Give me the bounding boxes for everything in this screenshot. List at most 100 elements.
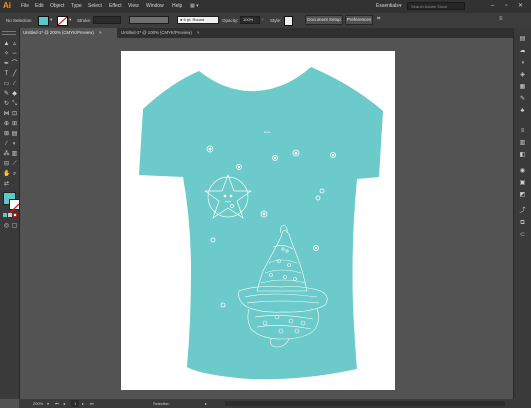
chevron-down-icon[interactable]: ▾ bbox=[50, 17, 52, 23]
libraries-panel-icon[interactable]: ☁ bbox=[518, 48, 527, 55]
symbol-sprayer-tool-icon[interactable]: ⁂ bbox=[3, 151, 10, 157]
menu-view[interactable]: View bbox=[128, 3, 139, 9]
perspective-grid-tool-icon[interactable]: ⊞ bbox=[11, 121, 18, 127]
stroke-color-box[interactable] bbox=[9, 199, 20, 214]
artboard-tool-icon[interactable]: ⊟ bbox=[3, 161, 10, 167]
shaper-tool-icon[interactable]: ✎ bbox=[3, 91, 10, 97]
stroke-weight-field[interactable] bbox=[93, 16, 121, 24]
type-tool-icon[interactable]: T bbox=[3, 71, 10, 77]
arrange-icon[interactable]: ⌗ bbox=[377, 16, 380, 23]
menu-effect[interactable]: Effect bbox=[109, 3, 122, 9]
curvature-tool-icon[interactable]: ⌒ bbox=[11, 61, 18, 67]
properties-panel-icon[interactable]: ▤ bbox=[518, 36, 527, 43]
panel-grip[interactable] bbox=[2, 31, 16, 35]
eyedropper-tool-icon[interactable]: ⁄ bbox=[3, 141, 10, 147]
gradient-tool-icon[interactable]: ▤ bbox=[11, 131, 18, 137]
layers-panel-icon[interactable]: ◩ bbox=[518, 192, 527, 199]
opacity-field[interactable]: 100% bbox=[240, 16, 260, 24]
menu-edit[interactable]: Edit bbox=[35, 3, 44, 9]
chevron-down-icon[interactable]: ▾ bbox=[399, 3, 402, 9]
free-transform-tool-icon[interactable]: ⊡ bbox=[11, 111, 18, 117]
blend-tool-icon[interactable]: ◐ bbox=[11, 141, 18, 147]
menu-bar: Ai File Edit Object Type Select Effect V… bbox=[0, 0, 531, 13]
graph-tool-icon[interactable]: ▥ bbox=[11, 151, 18, 157]
zoom-tool-icon[interactable]: ⌕ bbox=[11, 171, 18, 177]
close-tab-icon[interactable]: × bbox=[99, 30, 102, 35]
width-tool-icon[interactable]: ⋈ bbox=[3, 111, 10, 117]
menu-window[interactable]: Window bbox=[146, 3, 164, 9]
minimize-button[interactable]: – bbox=[488, 2, 497, 10]
eraser-tool-icon[interactable]: ◆ bbox=[11, 91, 18, 97]
paintbrush-tool-icon[interactable]: ∕ bbox=[11, 81, 18, 87]
export-panel-icon[interactable]: ⤴ bbox=[518, 208, 527, 215]
graphic-styles-panel-icon[interactable]: ▣ bbox=[518, 180, 527, 187]
brush-definition[interactable]: ● 5 pt. Round bbox=[177, 16, 219, 24]
menu-object[interactable]: Object bbox=[50, 3, 64, 9]
first-page-icon[interactable]: ⏮ bbox=[55, 399, 59, 408]
chevron-right-icon[interactable]: › bbox=[262, 17, 264, 22]
transparency-panel-icon[interactable]: ◧ bbox=[518, 152, 527, 159]
artboards-panel-icon[interactable]: ⧉ bbox=[518, 220, 527, 227]
magic-wand-tool-icon[interactable]: ✧ bbox=[3, 51, 10, 57]
last-page-icon[interactable]: ⏭ bbox=[90, 399, 94, 408]
close-tab-icon[interactable]: × bbox=[197, 30, 200, 35]
workspace-switcher[interactable]: Essentials bbox=[376, 3, 399, 9]
scale-tool-icon[interactable]: ⤡ bbox=[11, 101, 18, 107]
panel-menu-icon[interactable]: ≡ bbox=[499, 16, 503, 22]
swap-fill-stroke-icon[interactable]: ⇄ bbox=[3, 181, 10, 187]
links-panel-icon[interactable]: ⊂ bbox=[518, 232, 527, 239]
close-window-button[interactable]: ✕ bbox=[516, 2, 525, 10]
page-field[interactable]: 1 bbox=[71, 400, 80, 407]
appearance-panel-icon[interactable]: ◉ bbox=[518, 168, 527, 175]
swatches-panel-icon[interactable]: ▦ bbox=[518, 84, 527, 91]
tab-label: Untitled-1* @ 200% (CMYK/Preview) bbox=[23, 30, 94, 35]
horizontal-scrollbar[interactable] bbox=[225, 401, 505, 406]
menu-select[interactable]: Select bbox=[88, 3, 102, 9]
zoom-level[interactable]: 200% bbox=[33, 399, 43, 408]
prev-page-icon[interactable]: ◂ bbox=[63, 399, 65, 408]
gradient-panel-icon[interactable]: ▥ bbox=[518, 140, 527, 147]
menu-type[interactable]: Type bbox=[71, 3, 82, 9]
slice-tool-icon[interactable]: ⟋ bbox=[11, 161, 18, 167]
rotate-tool-icon[interactable]: ↻ bbox=[3, 101, 10, 107]
symbols-panel-icon[interactable]: ♣ bbox=[518, 108, 527, 115]
rectangle-tool-icon[interactable]: ▭ bbox=[3, 81, 10, 87]
document-tab-bar: Untitled-1* @ 200% (CMYK/Preview) × Unti… bbox=[19, 28, 513, 38]
variable-width-profile[interactable] bbox=[129, 16, 169, 24]
pen-tool-icon[interactable]: ✒ bbox=[3, 61, 10, 67]
tab-untitled-2[interactable]: Untitled-2* @ 100% (CMYK/Preview) × bbox=[117, 28, 215, 38]
shape-builder-tool-icon[interactable]: ⊕ bbox=[3, 121, 10, 127]
mesh-tool-icon[interactable]: ⊠ bbox=[3, 131, 10, 137]
gradient-mode-icon[interactable] bbox=[8, 213, 12, 217]
chevron-down-icon[interactable]: ▾ bbox=[69, 17, 71, 23]
menu-help[interactable]: Help bbox=[172, 3, 182, 9]
tab-untitled-1[interactable]: Untitled-1* @ 200% (CMYK/Preview) × bbox=[19, 28, 117, 38]
document-setup-button[interactable]: Document Setup bbox=[305, 15, 343, 25]
opacity-label: Opacity: bbox=[222, 18, 239, 23]
color-mode-icon[interactable] bbox=[3, 213, 7, 217]
lasso-tool-icon[interactable]: ∽ bbox=[11, 51, 18, 57]
direct-selection-tool-icon[interactable]: ▵ bbox=[11, 41, 18, 47]
none-mode-icon[interactable] bbox=[13, 213, 17, 217]
menu-file[interactable]: File bbox=[21, 3, 29, 9]
screen-mode-icon[interactable]: ▢ bbox=[11, 223, 18, 229]
stroke-panel-icon[interactable]: ≡ bbox=[518, 128, 527, 135]
chevron-down-icon[interactable]: ▾ bbox=[47, 399, 49, 408]
brushes-panel-icon[interactable]: ✎ bbox=[518, 96, 527, 103]
fill-swatch[interactable] bbox=[38, 16, 49, 26]
line-tool-icon[interactable]: ╱ bbox=[11, 71, 18, 77]
preferences-button[interactable]: Preferences bbox=[345, 15, 373, 25]
graphic-style-swatch[interactable] bbox=[284, 16, 293, 26]
artboard[interactable]: lumo bbox=[121, 51, 395, 390]
draw-mode-icon[interactable]: ◎ bbox=[3, 223, 10, 229]
next-page-icon[interactable]: ▸ bbox=[82, 399, 84, 408]
stroke-swatch[interactable] bbox=[57, 16, 68, 26]
selection-tool-icon[interactable]: ▲ bbox=[3, 41, 10, 47]
color-guide-panel-icon[interactable]: ◈ bbox=[518, 72, 527, 79]
color-panel-icon[interactable]: ◑ bbox=[518, 60, 527, 67]
stock-search-input[interactable]: Search Adobe Stock bbox=[407, 2, 465, 10]
hand-tool-icon[interactable]: ✋ bbox=[3, 171, 10, 177]
bridge-icon[interactable]: ▦ ▾ bbox=[190, 3, 199, 9]
maximize-button[interactable]: ▫ bbox=[502, 2, 511, 10]
chevron-right-icon[interactable]: ▸ bbox=[205, 399, 207, 408]
